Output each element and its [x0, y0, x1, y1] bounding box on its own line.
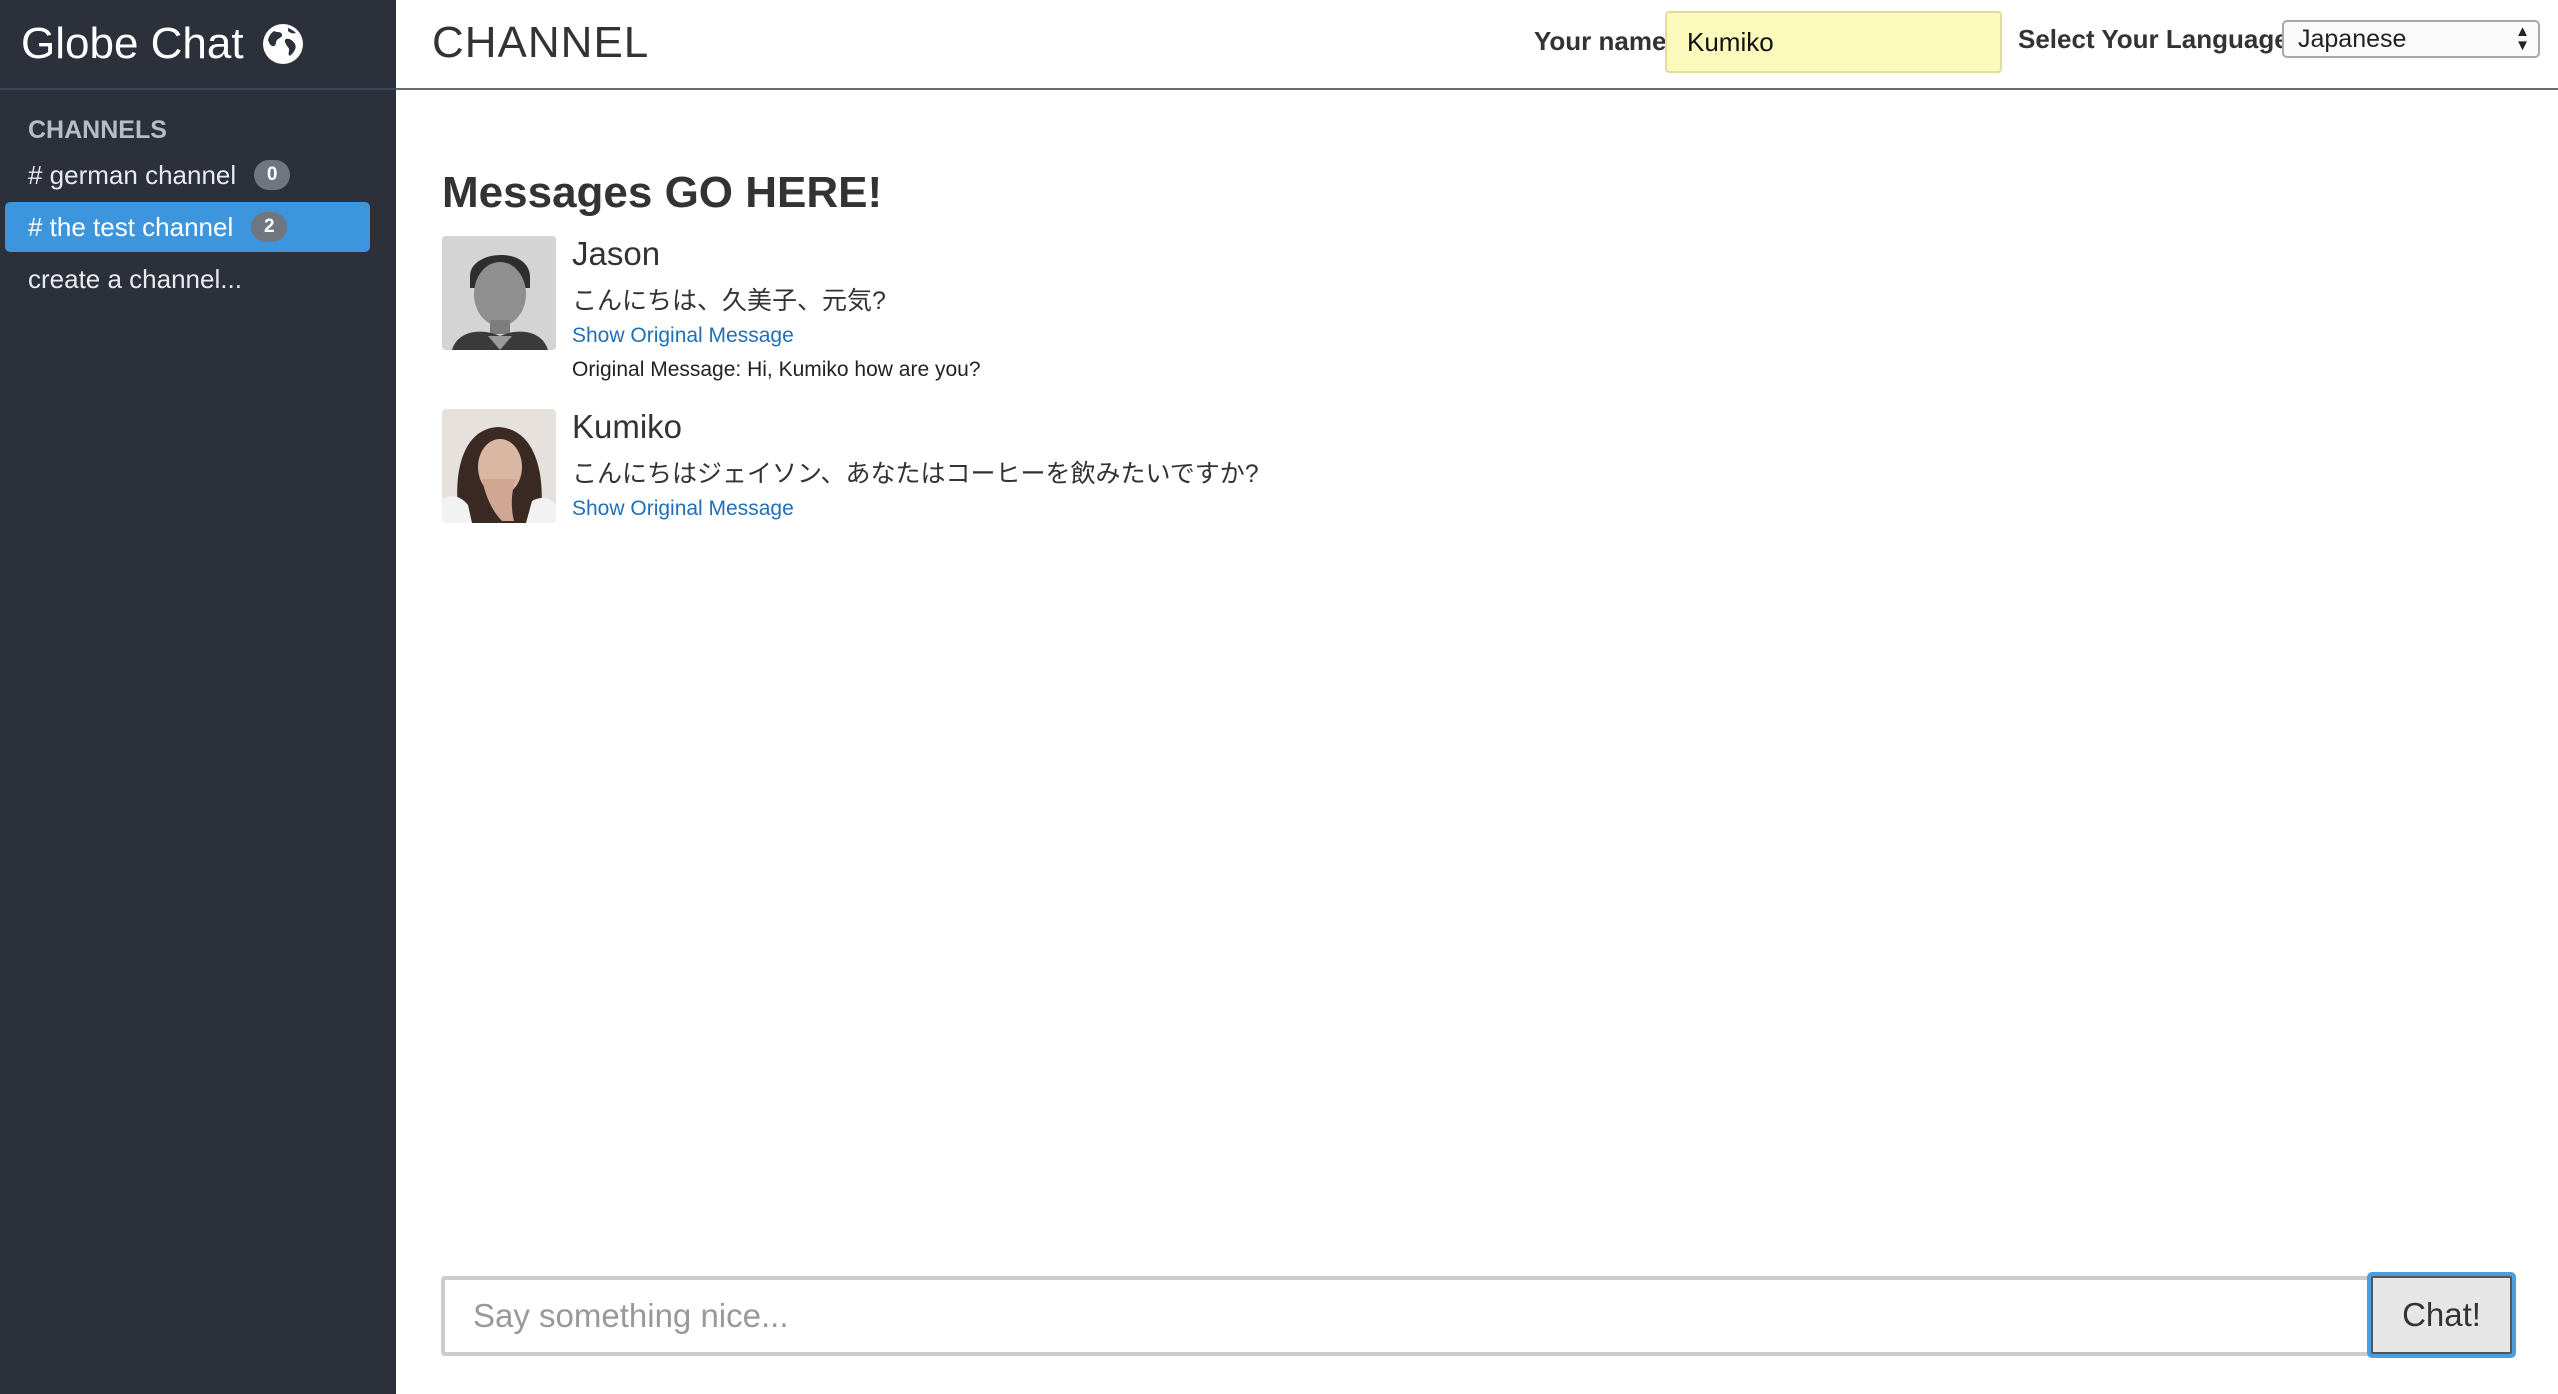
channel-label: # german channel [28, 159, 237, 190]
language-selected-value: Japanese [2298, 25, 2407, 53]
unread-count-badge: 2 [251, 212, 288, 242]
message-body: Kumiko こんにちはジェイソン、あなたはコーヒーを飲みたいですか? Show… [572, 409, 1772, 523]
sidebar-item-the-test-channel[interactable]: # the test channel 2 [5, 202, 370, 252]
top-bar: CHANNEL Your name Select Your Language J… [396, 0, 2558, 90]
avatar [442, 409, 556, 523]
sidebar: Globe Chat CHANNELS # german channel 0 #… [0, 0, 396, 1394]
unread-count-badge: 0 [254, 160, 291, 190]
original-message-text: Original Message: Hi, Kumiko how are you… [572, 358, 981, 381]
show-original-link[interactable]: Show Original Message [572, 495, 1772, 523]
name-field[interactable] [1665, 11, 2002, 73]
message-input[interactable] [441, 1276, 2419, 1356]
messages-heading: Messages GO HERE! [442, 168, 883, 217]
brand: Globe Chat [0, 0, 396, 90]
message-author: Kumiko [572, 408, 683, 445]
message-author: Jason [572, 235, 661, 272]
select-arrows-icon: ▲ ▼ [2515, 23, 2530, 54]
name-label: Your name [1534, 26, 1667, 56]
language-label: Select Your Language [2018, 24, 2289, 54]
message-text: こんにちはジェイソン、あなたはコーヒーを飲みたいですか? [572, 460, 1259, 488]
sidebar-item-german-channel[interactable]: # german channel 0 [5, 150, 370, 200]
globe-icon [262, 23, 304, 65]
message-body: Jason こんにちは、久美子、元気? Show Original Messag… [572, 236, 1772, 384]
channels-section-title: CHANNELS [28, 116, 167, 144]
brand-title: Globe Chat [21, 19, 244, 68]
create-channel-link[interactable]: create a channel... [0, 254, 396, 304]
message-text: こんにちは、久美子、元気? [572, 287, 886, 315]
channel-label: # the test channel [28, 211, 234, 242]
channel-list: # german channel 0 # the test channel 2 [0, 150, 396, 252]
show-original-link[interactable]: Show Original Message [572, 322, 1772, 350]
message-area: Messages GO HERE! Jason こんにちは、久美子、元気? Sh… [396, 92, 2558, 1394]
avatar [442, 236, 556, 350]
language-select[interactable]: Japanese ▲ ▼ [2282, 20, 2540, 58]
page-title: CHANNEL [432, 18, 650, 67]
chat-send-button[interactable]: Chat! [2367, 1272, 2516, 1358]
